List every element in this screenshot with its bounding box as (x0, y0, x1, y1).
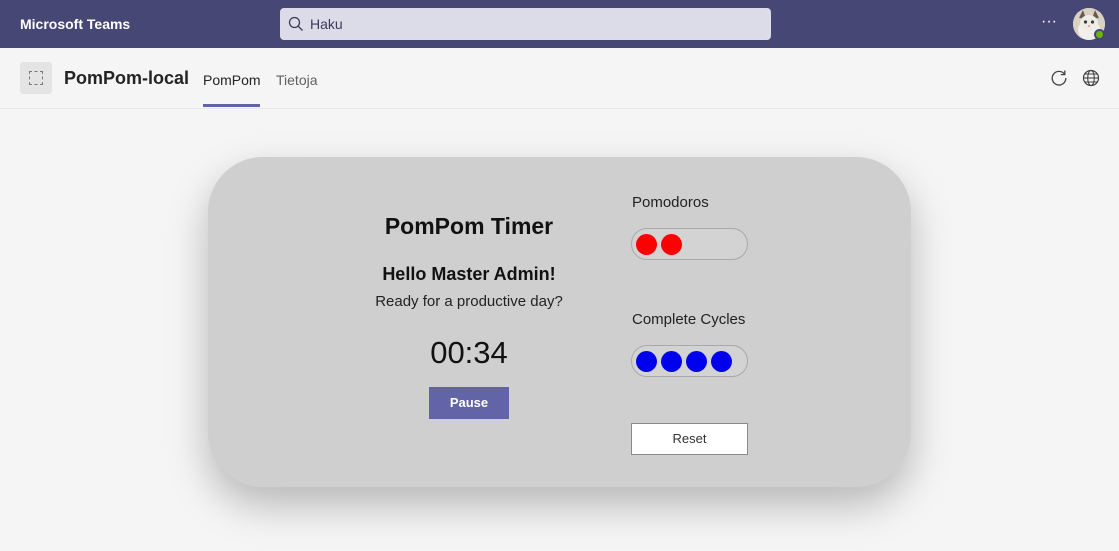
app-name: PomPom-local (64, 68, 190, 88)
pomodoro-dot (636, 234, 657, 255)
tab-selected-indicator (203, 104, 260, 107)
cycle-dot (636, 351, 657, 372)
pomodoro-dot (661, 234, 682, 255)
countdown-time: 00:34 (430, 335, 508, 370)
globe-icon[interactable] (1081, 68, 1101, 88)
timer-title: PomPom Timer (384, 213, 554, 239)
search-input[interactable]: Haku (280, 8, 771, 40)
greeting-subtitle: Ready for a productive day? (375, 293, 563, 310)
timer-card (208, 157, 911, 487)
refresh-icon[interactable] (1049, 68, 1069, 88)
reset-button[interactable]: Reset (631, 423, 748, 455)
cycles-indicator (631, 345, 748, 377)
cycles-label: Complete Cycles (632, 311, 746, 328)
app-title: Microsoft Teams (20, 16, 131, 32)
app-header-bar: PomPom-local PomPom Tietoja (0, 48, 1119, 109)
search-icon (288, 16, 303, 31)
search-placeholder: Haku (310, 16, 343, 32)
presence-available-icon (1094, 29, 1105, 40)
app-icon (20, 62, 52, 94)
placeholder-icon (29, 71, 43, 85)
teams-topbar: Microsoft Teams Haku ··· (0, 0, 1119, 48)
pomodoros-indicator (631, 228, 748, 260)
cycle-dot (711, 351, 732, 372)
tab-pompom[interactable]: PomPom (203, 72, 261, 88)
cycle-dot (686, 351, 707, 372)
cycle-dot (661, 351, 682, 372)
tab-tietoja[interactable]: Tietoja (276, 72, 318, 88)
greeting-text: Hello Master Admin! (382, 264, 556, 284)
pomodoros-label: Pomodoros (632, 194, 709, 211)
pause-button[interactable]: Pause (429, 387, 509, 419)
more-options-button[interactable]: ··· (1038, 10, 1060, 36)
